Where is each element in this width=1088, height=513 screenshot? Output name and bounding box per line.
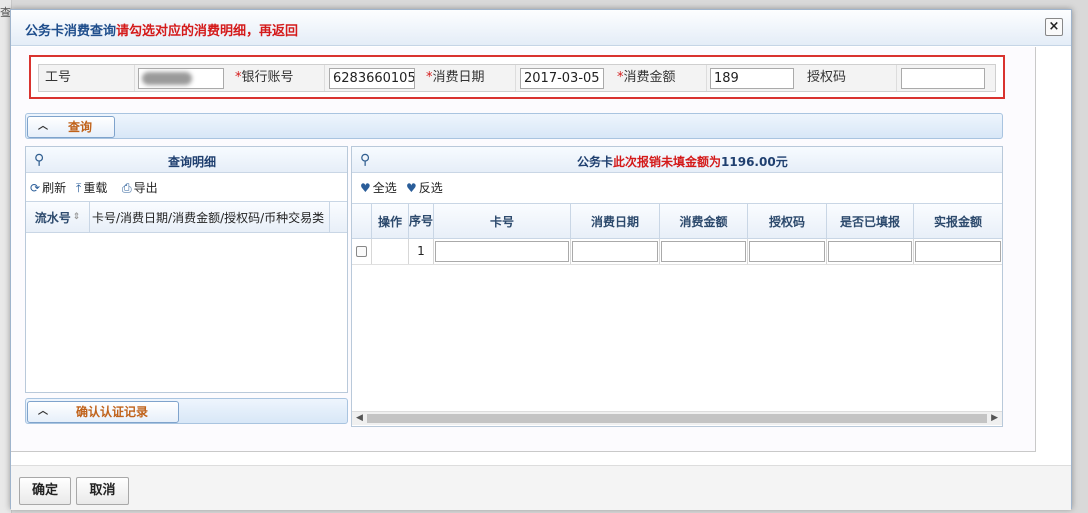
invert-selection-button[interactable]: ♥ 反选 <box>406 179 443 196</box>
sort-icon: ⇕ <box>72 212 81 222</box>
horizontal-scrollbar[interactable]: ◀ ▶ <box>352 411 1002 425</box>
query-bar: ︿ 查询 <box>25 113 1003 139</box>
employee-id-input[interactable] <box>138 68 224 89</box>
column-filled[interactable]: 是否已填报 <box>827 204 914 238</box>
close-icon[interactable]: × <box>1045 18 1063 36</box>
cancel-button[interactable]: 取消 <box>76 477 129 505</box>
left-panel: ⚲ 查询明细 ⟳ 刷新 ⤒ 重载 ⎙ 导出 流水号 ⇕ 卡号/消费日期/消费金额/授权码… <box>25 146 348 393</box>
scrollbar-thumb[interactable] <box>367 414 987 423</box>
printer-icon: ⎙ <box>122 181 132 195</box>
actual-amount-input[interactable] <box>915 241 1001 262</box>
column-checkbox <box>352 204 372 238</box>
right-panel-header: ⚲ 公务卡此次报销未填金额为1196.00元 <box>352 147 1002 173</box>
ok-button[interactable]: 确定 <box>19 477 71 505</box>
left-toolbar: ⟳ 刷新 ⤒ 重载 ⎙ 导出 <box>26 174 347 198</box>
dialog-titlebar: 公务卡消费查询请勾选对应的消费明细，再返回 × <box>11 10 1071 46</box>
confirm-tab[interactable]: ︿ 确认认证记录 <box>27 401 179 423</box>
left-panel-header: ⚲ 查询明细 <box>26 147 347 173</box>
row-checkbox[interactable] <box>356 246 367 257</box>
confirm-bar: ︿ 确认认证记录 <box>25 398 348 424</box>
field-label-auth-code: 授权码 <box>801 65 897 91</box>
amount-input[interactable]: 189 <box>710 68 794 89</box>
scroll-right-icon: ▶ <box>991 413 998 423</box>
left-grid-header: 流水号 ⇕ 卡号/消费日期/消费金额/授权码/币种交易类 <box>26 201 347 233</box>
select-all-button[interactable]: ♥ 全选 <box>360 179 397 196</box>
right-grid-header: 操作 序号 卡号 消费日期 消费金额 授权码 是否已填报 实报金额 <box>352 203 1002 239</box>
auth-code-cell-input[interactable] <box>749 241 825 262</box>
query-tab[interactable]: ︿ 查询 <box>27 116 115 138</box>
column-card-number[interactable]: 卡号 <box>434 204 571 238</box>
chevron-up-icon: ︿ <box>38 121 48 132</box>
auth-code-input[interactable] <box>901 68 985 89</box>
table-row: 1 <box>352 239 1002 265</box>
redacted-value <box>142 72 192 85</box>
left-panel-title: 查询明细 <box>168 155 217 169</box>
column-serial[interactable]: 流水号 ⇕ <box>26 202 90 232</box>
date-input[interactable]: 2017-03-05 <box>520 68 604 89</box>
row-date-cell <box>571 239 660 264</box>
bank-account-input[interactable]: 6283660105 <box>329 68 415 89</box>
column-consume-amount[interactable]: 消费金额 <box>660 204 748 238</box>
query-form-row: 工号 *银行账号 6283660105 *消费日期 2017-03-05 *消费… <box>38 64 996 92</box>
row-amount-cell <box>660 239 748 264</box>
card-number-input[interactable] <box>435 241 569 262</box>
dialog-body: 工号 *银行账号 6283660105 *消费日期 2017-03-05 *消费… <box>11 47 1036 452</box>
column-consume-date[interactable]: 消费日期 <box>571 204 660 238</box>
refresh-icon: ⟳ <box>30 181 41 195</box>
dialog-footer: 确定 取消 <box>11 465 1071 510</box>
row-action-cell <box>372 239 409 264</box>
dialog-title-hint: 请勾选对应的消费明细，再返回 <box>116 24 299 39</box>
chevron-up-icon: ︿ <box>38 406 48 417</box>
right-panel: ⚲ 公务卡此次报销未填金额为1196.00元 ♥ 全选 ♥ 反选 操作 序号 卡号 … <box>351 146 1003 427</box>
right-panel-title: 公务卡此次报销未填金额为1196.00元 <box>577 155 788 169</box>
export-button[interactable]: ⎙ 导出 <box>122 179 158 196</box>
column-actual-amount[interactable]: 实报金额 <box>914 204 1002 238</box>
column-action[interactable]: 操作 <box>372 204 409 238</box>
column-auth-code[interactable]: 授权码 <box>748 204 827 238</box>
field-label-amount: *消费金额 <box>611 65 707 91</box>
consume-date-input[interactable] <box>572 241 658 262</box>
consume-amount-input[interactable] <box>661 241 746 262</box>
field-label-bank-account: *银行账号 <box>229 65 325 91</box>
row-actual-cell <box>914 239 1002 264</box>
column-index[interactable]: 序号 <box>409 204 434 238</box>
right-toolbar: ♥ 全选 ♥ 反选 <box>352 174 1002 198</box>
row-filled-cell <box>827 239 914 264</box>
dialog-window: 公务卡消费查询请勾选对应的消费明细，再返回 × 工号 *银行账号 6283660… <box>10 9 1072 510</box>
filled-input[interactable] <box>828 241 912 262</box>
dialog-title-main: 公务卡消费查询 <box>25 24 117 39</box>
row-checkbox-cell <box>352 239 372 264</box>
search-icon: ⚲ <box>34 152 45 168</box>
dialog-title: 公务卡消费查询请勾选对应的消费明细，再返回 <box>25 20 298 39</box>
row-index: 1 <box>409 239 434 264</box>
heart-icon: ♥ <box>406 181 417 195</box>
search-icon: ⚲ <box>360 152 371 168</box>
heart-icon: ♥ <box>360 181 371 195</box>
column-details[interactable]: 卡号/消费日期/消费金额/授权码/币种交易类 <box>90 202 330 232</box>
row-card-cell <box>434 239 571 264</box>
refresh-button[interactable]: ⟳ 刷新 <box>30 179 66 196</box>
upload-icon: ⤒ <box>76 181 82 195</box>
field-label-employee-id: 工号 <box>39 65 135 91</box>
scroll-left-icon: ◀ <box>356 413 363 423</box>
row-auth-cell <box>748 239 827 264</box>
field-label-date: *消费日期 <box>420 65 516 91</box>
query-form: 工号 *银行账号 6283660105 *消费日期 2017-03-05 *消费… <box>29 55 1005 99</box>
reload-button[interactable]: ⤒ 重载 <box>76 179 107 196</box>
